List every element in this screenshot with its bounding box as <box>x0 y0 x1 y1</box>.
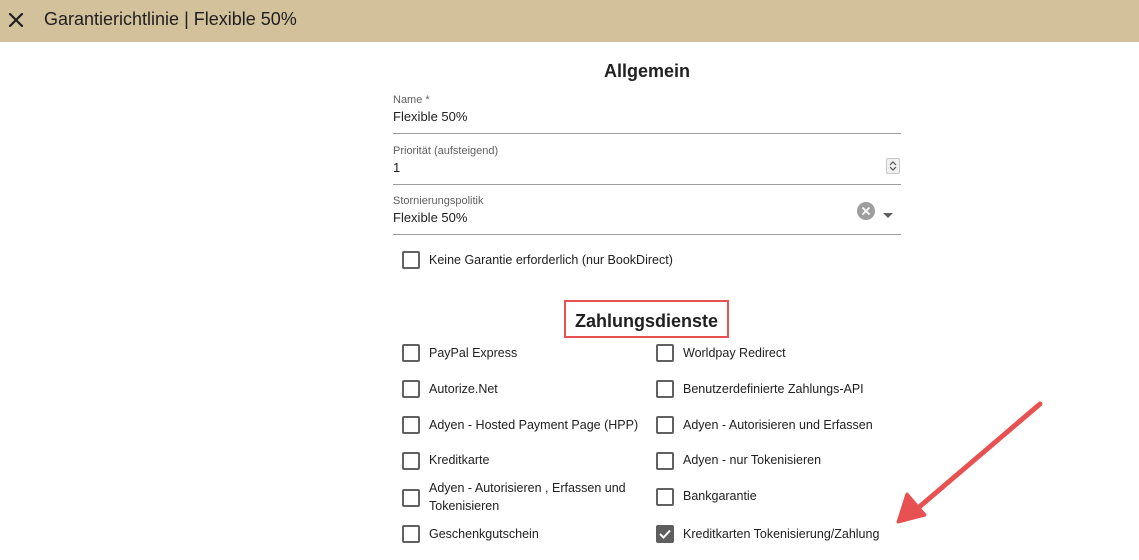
close-icon <box>9 13 23 27</box>
clear-selection-button[interactable] <box>857 202 875 220</box>
checkbox-autorize-net[interactable] <box>402 380 420 398</box>
label-autorize-net: Autorize.Net <box>429 382 498 396</box>
label-adyen-authorize-capture: Adyen - Autorisieren und Erfassen <box>683 418 873 432</box>
label-bankgarantie: Bankgarantie <box>683 489 757 503</box>
stepper-arrows-icon <box>889 161 897 171</box>
checkbox-custom-payment-api[interactable] <box>656 380 674 398</box>
clear-icon <box>861 206 871 216</box>
label-custom-payment-api: Benutzerdefinierte Zahlungs-API <box>683 382 864 396</box>
name-field[interactable]: Name * Flexible 50% <box>393 94 901 134</box>
label-worldpay-redirect: Worldpay Redirect <box>683 346 786 360</box>
checkmark-icon <box>659 529 671 539</box>
section-heading-general: Allgemein <box>603 61 691 81</box>
priority-field-label: Priorität (aufsteigend) <box>393 145 499 157</box>
checkbox-geschenkgutschein[interactable] <box>402 525 420 543</box>
checkbox-adyen-authorize-capture[interactable] <box>656 416 674 434</box>
no-guarantee-label: Keine Garantie erforderlich (nur BookDir… <box>429 253 673 267</box>
top-app-bar: Garantierichtlinie | Flexible 50% <box>0 0 1139 42</box>
label-kreditkarte: Kreditkarte <box>429 453 490 467</box>
no-guarantee-checkbox[interactable] <box>402 251 420 269</box>
checkbox-adyen-tokenize-only[interactable] <box>656 452 674 470</box>
cancellation-policy-label: Stornierungspolitik <box>393 195 484 207</box>
label-paypal-express: PayPal Express <box>429 346 518 360</box>
label-adyen-tokenize-only: Adyen - nur Tokenisieren <box>683 453 822 467</box>
priority-field[interactable]: Priorität (aufsteigend) 1 <box>393 144 901 185</box>
payment-services-highlight: Zahlungsdienste <box>564 300 729 338</box>
name-field-label: Name * <box>393 94 430 106</box>
annotation-arrow-icon <box>896 401 1043 524</box>
checkbox-bankgarantie[interactable] <box>656 488 674 506</box>
checkbox-paypal-express[interactable] <box>402 344 420 362</box>
checkbox-adyen-authorize-capture-tokenize[interactable] <box>402 489 420 507</box>
name-field-value[interactable]: Flexible 50% <box>393 109 467 124</box>
section-heading-payment-services: Zahlungsdienste <box>574 311 718 331</box>
checkbox-adyen-hpp[interactable] <box>402 416 420 434</box>
cancellation-policy-select[interactable]: Stornierungspolitik Flexible 50% <box>393 194 901 235</box>
close-button[interactable] <box>4 6 28 34</box>
cancellation-policy-value[interactable]: Flexible 50% <box>393 210 467 225</box>
checkbox-worldpay-redirect[interactable] <box>656 344 674 362</box>
label-adyen-authorize-capture-tokenize: Adyen - Autorisieren , Erfassen und Toke… <box>429 481 626 513</box>
priority-field-value[interactable]: 1 <box>393 160 400 175</box>
label-geschenkgutschein: Geschenkgutschein <box>429 527 539 541</box>
checkbox-credit-card-tokenization[interactable] <box>656 525 674 543</box>
caret-down-icon <box>883 213 893 218</box>
label-credit-card-tokenization: Kreditkarten Tokenisierung/Zahlung <box>683 527 880 541</box>
priority-stepper[interactable] <box>886 158 900 174</box>
checkbox-kreditkarte[interactable] <box>402 452 420 470</box>
page-title: Garantierichtlinie | Flexible 50% <box>44 9 297 29</box>
dropdown-toggle[interactable] <box>883 206 895 218</box>
label-adyen-hpp: Adyen - Hosted Payment Page (HPP) <box>429 418 639 432</box>
